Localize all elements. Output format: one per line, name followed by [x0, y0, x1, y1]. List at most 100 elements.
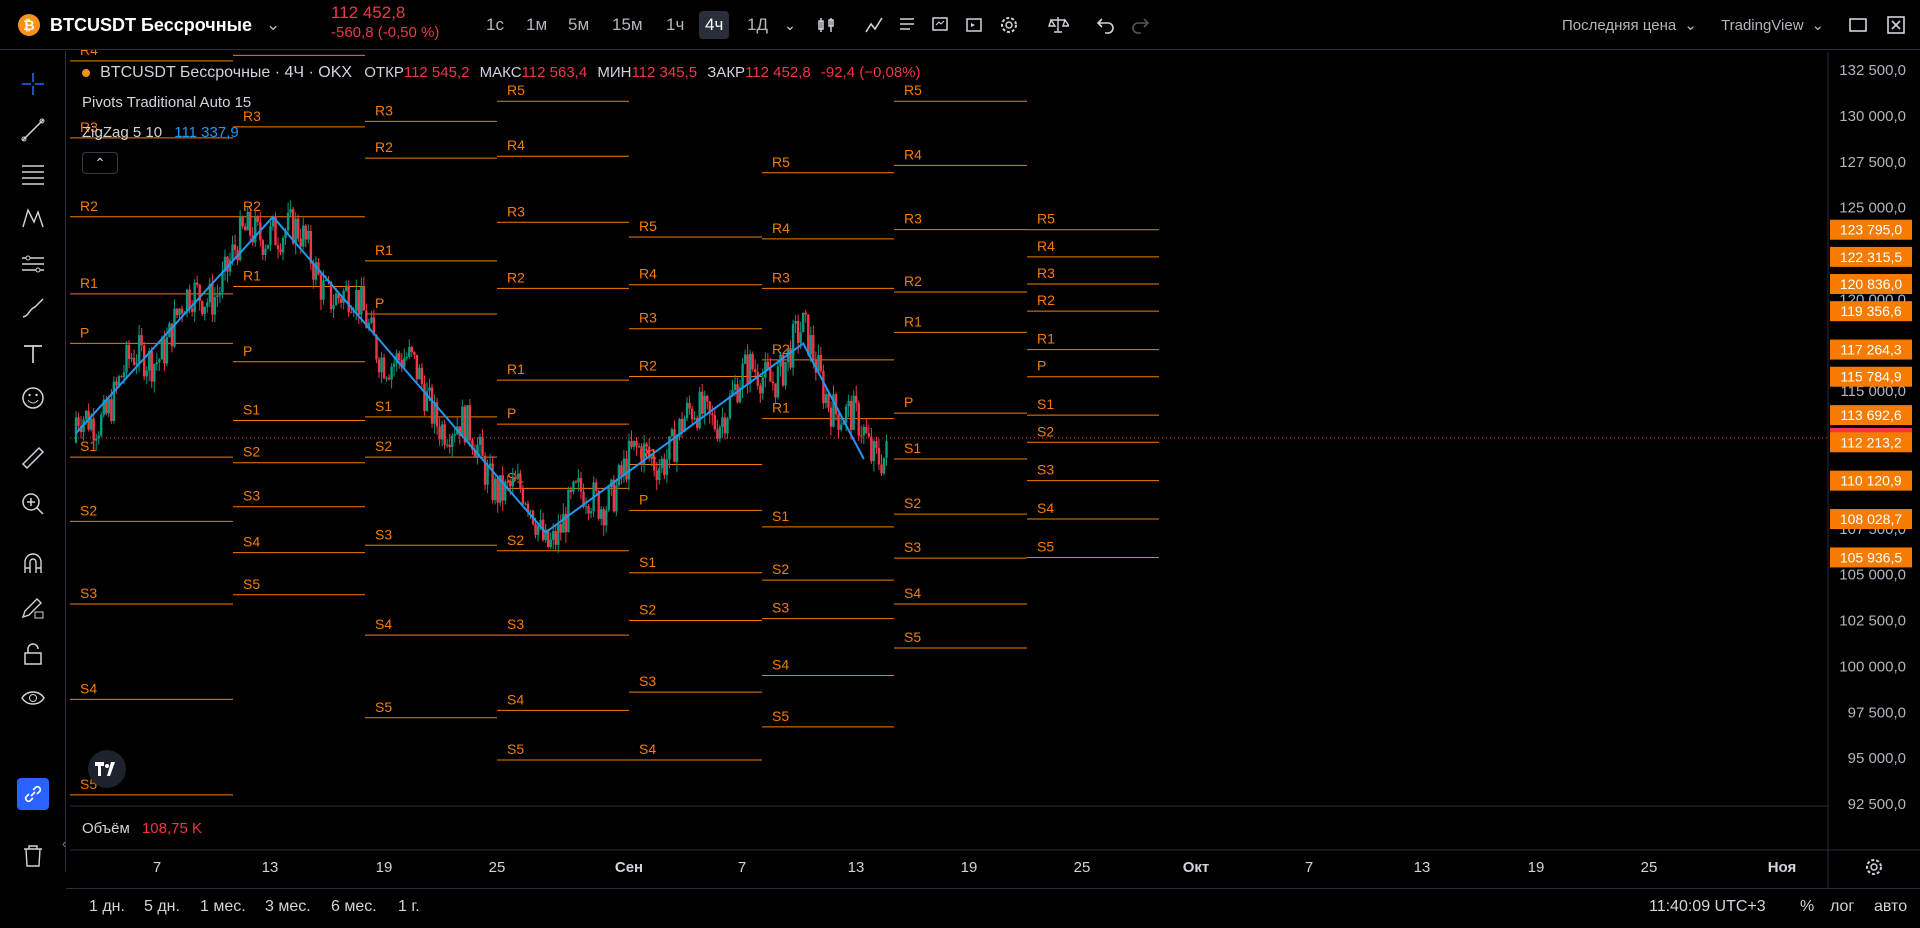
candle-body	[665, 459, 669, 475]
pivot-label: S5	[243, 576, 260, 592]
tradingview-logo[interactable]	[88, 750, 126, 788]
gear-icon[interactable]	[997, 13, 1021, 37]
candle-body	[289, 209, 292, 213]
alert-icon[interactable]	[928, 13, 952, 37]
candle-body	[688, 402, 691, 409]
price-axis-label: 102 500,0	[1839, 613, 1906, 630]
pivot-label: R2	[904, 273, 922, 289]
candle-body	[201, 300, 204, 314]
candle-body	[276, 245, 280, 250]
range-1y[interactable]: 1 г.	[398, 898, 420, 916]
templates-icon[interactable]	[895, 13, 919, 37]
axis-settings-icon[interactable]	[1862, 855, 1886, 879]
candle-body	[302, 225, 305, 247]
candles-type-icon[interactable]	[814, 13, 838, 37]
pivot-label: P	[1037, 358, 1046, 374]
candle-body	[622, 458, 626, 476]
emoji-icon[interactable]	[17, 382, 49, 414]
magnet-icon[interactable]	[17, 548, 49, 580]
candle-body	[774, 383, 777, 398]
pivot-label: S3	[904, 539, 921, 555]
chevron-down-icon[interactable]: ⌄	[778, 13, 802, 37]
candle-body	[791, 323, 795, 368]
candle-body	[880, 464, 883, 474]
candle-body	[799, 332, 802, 343]
open-value: 112 545,2	[403, 64, 470, 81]
high-value: 112 563,4	[521, 64, 588, 81]
pivot-label: S5	[507, 741, 524, 757]
indicators-icon[interactable]	[862, 13, 886, 37]
close-icon[interactable]	[1884, 13, 1908, 37]
range-3m[interactable]: 3 мес.	[265, 898, 311, 916]
candle-body	[812, 335, 815, 361]
lock-icon[interactable]	[17, 638, 49, 670]
replay-icon[interactable]	[962, 13, 986, 37]
candle-body	[145, 370, 148, 377]
candle-body	[163, 338, 166, 364]
fullscreen-icon[interactable]	[1846, 13, 1870, 37]
ruler-icon[interactable]	[17, 442, 49, 474]
trend-line-icon[interactable]	[17, 114, 49, 146]
candle-body	[625, 458, 628, 480]
range-6m[interactable]: 6 мес.	[331, 898, 377, 916]
source-selector[interactable]: TradingView ⌄	[1721, 0, 1824, 50]
pattern-icon[interactable]	[17, 202, 49, 234]
pivot-label: R5	[1037, 211, 1055, 227]
tf-5m[interactable]: 5м	[562, 11, 595, 39]
tf-4h[interactable]: 4ч	[699, 11, 730, 39]
zoom-icon[interactable]	[17, 488, 49, 520]
crosshair-icon[interactable]	[17, 68, 49, 100]
fib-icon[interactable]	[17, 158, 49, 190]
candle-body	[347, 285, 350, 312]
candle-body	[660, 458, 663, 469]
pivot-label: S3	[80, 585, 97, 601]
collapse-legend-button[interactable]: ⌃	[82, 152, 118, 174]
tf-15m[interactable]: 15м	[606, 11, 649, 39]
text-icon[interactable]	[17, 338, 49, 370]
scales-icon[interactable]	[1046, 13, 1070, 37]
chart-canvas[interactable]: R4 R3 R2 R1 P S1 S2 S3 S4 S5 R4 R3 R2 R1 P S1 S2 S3 S4 S5 R3…	[0, 0, 1920, 928]
log-toggle[interactable]: лог	[1830, 898, 1854, 916]
candle-body	[872, 441, 876, 462]
candle-body	[509, 482, 512, 487]
candle-body	[120, 376, 123, 378]
percent-toggle[interactable]: %	[1800, 898, 1814, 916]
expand-toolbar-icon[interactable]: ‹	[62, 836, 66, 851]
forecast-icon[interactable]	[17, 248, 49, 280]
candle-body	[849, 401, 853, 430]
lock-draw-icon[interactable]	[17, 592, 49, 624]
range-1m[interactable]: 1 мес.	[200, 898, 246, 916]
redo-icon[interactable]	[1128, 13, 1152, 37]
zigzag-indicator-legend[interactable]: ZigZag 5 10 111 337,9	[82, 124, 239, 141]
pivot-label: S5	[375, 699, 392, 715]
candle-body	[690, 408, 694, 420]
undo-icon[interactable]	[1094, 13, 1118, 37]
candle-body	[829, 407, 833, 427]
candle-body	[521, 488, 525, 504]
tf-1d[interactable]: 1Д	[741, 11, 774, 39]
range-5d[interactable]: 5 дн.	[144, 898, 180, 916]
brush-icon[interactable]	[17, 292, 49, 324]
tf-1h[interactable]: 1ч	[660, 11, 690, 39]
candle-body	[653, 457, 656, 471]
eye-icon[interactable]	[17, 682, 49, 714]
symbol-selector[interactable]: ₿ BTCUSDT Бессрочные ⌄	[18, 0, 280, 50]
tf-1m[interactable]: 1м	[520, 11, 553, 39]
candle-body	[155, 362, 158, 365]
candle-body	[153, 364, 156, 382]
candle-body	[266, 244, 270, 249]
auto-toggle[interactable]: авто	[1874, 898, 1907, 916]
time-axis-label: Окт	[1183, 859, 1210, 876]
range-1d[interactable]: 1 дн.	[89, 898, 125, 916]
link-icon[interactable]	[17, 778, 49, 810]
pivots-indicator-legend[interactable]: Pivots Traditional Auto 15	[82, 94, 251, 111]
clock-time[interactable]: 11:40:09 UTC+3	[1649, 898, 1766, 916]
tf-1s[interactable]: 1с	[480, 11, 510, 39]
trash-icon[interactable]	[17, 840, 49, 872]
candle-body	[741, 363, 744, 388]
candle-body	[107, 399, 111, 414]
price-type-selector[interactable]: Последняя цена ⌄	[1562, 0, 1697, 50]
candle-body	[650, 456, 653, 458]
candle-body	[216, 295, 219, 298]
candle-body	[297, 218, 300, 239]
